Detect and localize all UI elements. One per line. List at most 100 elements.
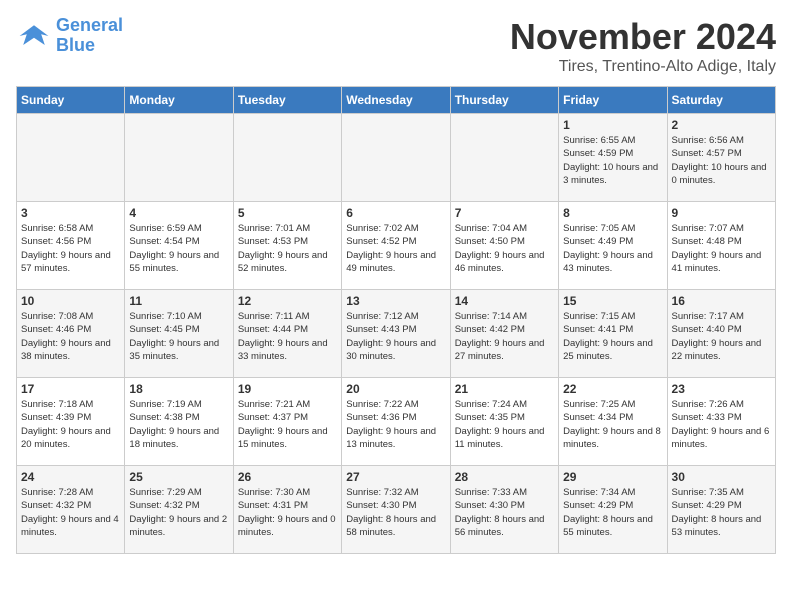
day-info: Sunrise: 7:28 AMSunset: 4:32 PMDaylight:… <box>21 487 119 538</box>
day-number: 29 <box>563 470 662 484</box>
calendar-cell: 26 Sunrise: 7:30 AMSunset: 4:31 PMDaylig… <box>233 466 341 554</box>
day-number: 17 <box>21 382 120 396</box>
day-info: Sunrise: 7:14 AMSunset: 4:42 PMDaylight:… <box>455 311 545 362</box>
calendar-cell: 15 Sunrise: 7:15 AMSunset: 4:41 PMDaylig… <box>559 290 667 378</box>
calendar-cell: 22 Sunrise: 7:25 AMSunset: 4:34 PMDaylig… <box>559 378 667 466</box>
day-info: Sunrise: 7:33 AMSunset: 4:30 PMDaylight:… <box>455 487 545 538</box>
page-header: General Blue November 2024 Tires, Trenti… <box>16 16 776 76</box>
day-info: Sunrise: 7:02 AMSunset: 4:52 PMDaylight:… <box>346 223 436 274</box>
day-info: Sunrise: 7:01 AMSunset: 4:53 PMDaylight:… <box>238 223 328 274</box>
calendar-cell: 27 Sunrise: 7:32 AMSunset: 4:30 PMDaylig… <box>342 466 450 554</box>
day-number: 23 <box>672 382 771 396</box>
calendar-week-row: 1 Sunrise: 6:55 AMSunset: 4:59 PMDayligh… <box>17 114 776 202</box>
calendar-week-row: 3 Sunrise: 6:58 AMSunset: 4:56 PMDayligh… <box>17 202 776 290</box>
day-info: Sunrise: 7:24 AMSunset: 4:35 PMDaylight:… <box>455 399 545 450</box>
calendar-week-row: 17 Sunrise: 7:18 AMSunset: 4:39 PMDaylig… <box>17 378 776 466</box>
day-number: 26 <box>238 470 337 484</box>
day-info: Sunrise: 7:22 AMSunset: 4:36 PMDaylight:… <box>346 399 436 450</box>
calendar-cell: 23 Sunrise: 7:26 AMSunset: 4:33 PMDaylig… <box>667 378 775 466</box>
calendar-cell: 29 Sunrise: 7:34 AMSunset: 4:29 PMDaylig… <box>559 466 667 554</box>
calendar-cell: 30 Sunrise: 7:35 AMSunset: 4:29 PMDaylig… <box>667 466 775 554</box>
month-title: November 2024 <box>510 16 776 58</box>
calendar-cell: 20 Sunrise: 7:22 AMSunset: 4:36 PMDaylig… <box>342 378 450 466</box>
calendar-cell: 8 Sunrise: 7:05 AMSunset: 4:49 PMDayligh… <box>559 202 667 290</box>
calendar-cell: 19 Sunrise: 7:21 AMSunset: 4:37 PMDaylig… <box>233 378 341 466</box>
day-number: 10 <box>21 294 120 308</box>
day-number: 20 <box>346 382 445 396</box>
calendar-cell <box>342 114 450 202</box>
day-info: Sunrise: 7:11 AMSunset: 4:44 PMDaylight:… <box>238 311 328 362</box>
day-number: 14 <box>455 294 554 308</box>
title-block: November 2024 Tires, Trentino-Alto Adige… <box>510 16 776 76</box>
calendar-cell: 24 Sunrise: 7:28 AMSunset: 4:32 PMDaylig… <box>17 466 125 554</box>
weekday-header-friday: Friday <box>559 87 667 114</box>
day-info: Sunrise: 7:35 AMSunset: 4:29 PMDaylight:… <box>672 487 762 538</box>
day-number: 4 <box>129 206 228 220</box>
calendar-cell: 9 Sunrise: 7:07 AMSunset: 4:48 PMDayligh… <box>667 202 775 290</box>
logo-line1: General <box>56 15 123 35</box>
day-info: Sunrise: 7:17 AMSunset: 4:40 PMDaylight:… <box>672 311 762 362</box>
day-number: 2 <box>672 118 771 132</box>
calendar-table: SundayMondayTuesdayWednesdayThursdayFrid… <box>16 86 776 554</box>
day-info: Sunrise: 7:21 AMSunset: 4:37 PMDaylight:… <box>238 399 328 450</box>
calendar-cell: 16 Sunrise: 7:17 AMSunset: 4:40 PMDaylig… <box>667 290 775 378</box>
day-number: 12 <box>238 294 337 308</box>
calendar-cell: 1 Sunrise: 6:55 AMSunset: 4:59 PMDayligh… <box>559 114 667 202</box>
weekday-header-thursday: Thursday <box>450 87 558 114</box>
calendar-cell: 17 Sunrise: 7:18 AMSunset: 4:39 PMDaylig… <box>17 378 125 466</box>
day-number: 19 <box>238 382 337 396</box>
day-info: Sunrise: 7:32 AMSunset: 4:30 PMDaylight:… <box>346 487 436 538</box>
day-info: Sunrise: 7:29 AMSunset: 4:32 PMDaylight:… <box>129 487 227 538</box>
calendar-cell <box>125 114 233 202</box>
day-number: 25 <box>129 470 228 484</box>
day-number: 22 <box>563 382 662 396</box>
day-number: 11 <box>129 294 228 308</box>
day-number: 8 <box>563 206 662 220</box>
day-number: 28 <box>455 470 554 484</box>
calendar-cell <box>450 114 558 202</box>
day-number: 6 <box>346 206 445 220</box>
day-number: 15 <box>563 294 662 308</box>
day-number: 24 <box>21 470 120 484</box>
day-info: Sunrise: 7:12 AMSunset: 4:43 PMDaylight:… <box>346 311 436 362</box>
logo-icon <box>16 18 52 54</box>
day-number: 5 <box>238 206 337 220</box>
day-info: Sunrise: 7:07 AMSunset: 4:48 PMDaylight:… <box>672 223 762 274</box>
calendar-cell: 12 Sunrise: 7:11 AMSunset: 4:44 PMDaylig… <box>233 290 341 378</box>
calendar-week-row: 10 Sunrise: 7:08 AMSunset: 4:46 PMDaylig… <box>17 290 776 378</box>
calendar-cell: 11 Sunrise: 7:10 AMSunset: 4:45 PMDaylig… <box>125 290 233 378</box>
day-number: 7 <box>455 206 554 220</box>
day-info: Sunrise: 6:59 AMSunset: 4:54 PMDaylight:… <box>129 223 219 274</box>
day-number: 30 <box>672 470 771 484</box>
day-info: Sunrise: 6:55 AMSunset: 4:59 PMDaylight:… <box>563 135 658 186</box>
day-number: 13 <box>346 294 445 308</box>
weekday-header-saturday: Saturday <box>667 87 775 114</box>
calendar-cell <box>233 114 341 202</box>
day-info: Sunrise: 7:10 AMSunset: 4:45 PMDaylight:… <box>129 311 219 362</box>
calendar-cell <box>17 114 125 202</box>
day-number: 27 <box>346 470 445 484</box>
day-number: 3 <box>21 206 120 220</box>
day-info: Sunrise: 7:30 AMSunset: 4:31 PMDaylight:… <box>238 487 336 538</box>
day-info: Sunrise: 7:18 AMSunset: 4:39 PMDaylight:… <box>21 399 111 450</box>
calendar-cell: 10 Sunrise: 7:08 AMSunset: 4:46 PMDaylig… <box>17 290 125 378</box>
day-number: 16 <box>672 294 771 308</box>
calendar-cell: 5 Sunrise: 7:01 AMSunset: 4:53 PMDayligh… <box>233 202 341 290</box>
day-number: 21 <box>455 382 554 396</box>
logo-line2: Blue <box>56 35 95 55</box>
weekday-header-monday: Monday <box>125 87 233 114</box>
day-info: Sunrise: 7:08 AMSunset: 4:46 PMDaylight:… <box>21 311 111 362</box>
calendar-cell: 7 Sunrise: 7:04 AMSunset: 4:50 PMDayligh… <box>450 202 558 290</box>
calendar-cell: 3 Sunrise: 6:58 AMSunset: 4:56 PMDayligh… <box>17 202 125 290</box>
calendar-cell: 2 Sunrise: 6:56 AMSunset: 4:57 PMDayligh… <box>667 114 775 202</box>
calendar-cell: 18 Sunrise: 7:19 AMSunset: 4:38 PMDaylig… <box>125 378 233 466</box>
calendar-cell: 28 Sunrise: 7:33 AMSunset: 4:30 PMDaylig… <box>450 466 558 554</box>
weekday-header-sunday: Sunday <box>17 87 125 114</box>
day-number: 18 <box>129 382 228 396</box>
weekday-header-wednesday: Wednesday <box>342 87 450 114</box>
calendar-cell: 21 Sunrise: 7:24 AMSunset: 4:35 PMDaylig… <box>450 378 558 466</box>
calendar-week-row: 24 Sunrise: 7:28 AMSunset: 4:32 PMDaylig… <box>17 466 776 554</box>
day-info: Sunrise: 7:34 AMSunset: 4:29 PMDaylight:… <box>563 487 653 538</box>
calendar-cell: 14 Sunrise: 7:14 AMSunset: 4:42 PMDaylig… <box>450 290 558 378</box>
location-title: Tires, Trentino-Alto Adige, Italy <box>510 58 776 76</box>
